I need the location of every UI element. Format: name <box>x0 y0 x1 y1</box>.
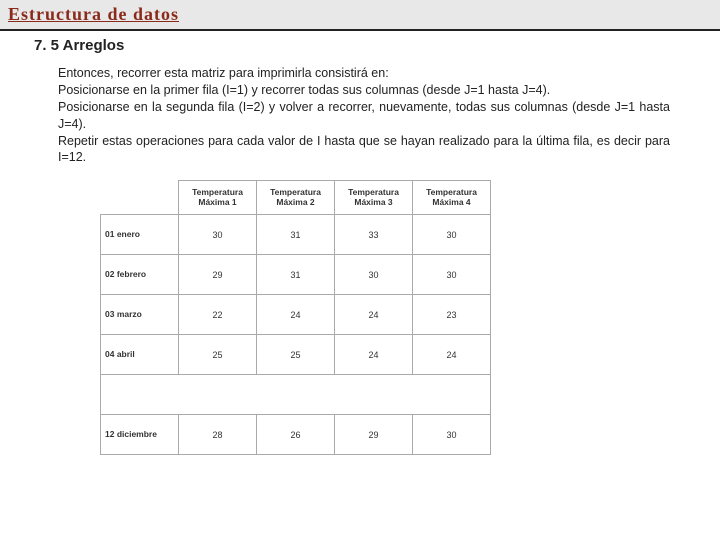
body-line: Posicionarse en la segunda fila (I=2) y … <box>58 100 670 131</box>
title-bar: Estructura de datos <box>0 0 720 31</box>
body-block: Entonces, recorrer esta matriz para impr… <box>0 61 720 174</box>
table-cell: 24 <box>335 335 413 375</box>
row-header: 02 febrero <box>101 255 179 295</box>
table-cell: 25 <box>257 335 335 375</box>
table-corner <box>101 181 179 215</box>
table-cell: 30 <box>413 255 491 295</box>
table-cell: 31 <box>257 215 335 255</box>
table-cell: 24 <box>335 295 413 335</box>
table-ellipsis <box>101 375 491 415</box>
table-cell: 29 <box>335 415 413 455</box>
body-line: Entonces, recorrer esta matriz para impr… <box>58 66 389 80</box>
table-cell: 30 <box>179 215 257 255</box>
table-row: 03 marzo 22 24 24 23 <box>101 295 491 335</box>
page-title: Estructura de datos <box>8 4 179 24</box>
table-row: 04 abril 25 25 24 24 <box>101 335 491 375</box>
col-header: Temperatura Máxima 3 <box>335 181 413 215</box>
table-cell: 33 <box>335 215 413 255</box>
section-heading: 7. 5 Arreglos <box>34 37 124 54</box>
table-cell: 29 <box>179 255 257 295</box>
row-header: 01 enero <box>101 215 179 255</box>
table-cell: 30 <box>413 415 491 455</box>
row-header: 04 abril <box>101 335 179 375</box>
table-row: 02 febrero 29 31 30 30 <box>101 255 491 295</box>
col-header: Temperatura Máxima 2 <box>257 181 335 215</box>
col-header: Temperatura Máxima 4 <box>413 181 491 215</box>
table-ellipsis-row <box>101 375 491 415</box>
table-cell: 30 <box>413 215 491 255</box>
body-paragraph: Entonces, recorrer esta matriz para impr… <box>58 65 670 166</box>
table-row: 01 enero 30 31 33 30 <box>101 215 491 255</box>
table-cell: 24 <box>257 295 335 335</box>
table-wrap: Temperatura Máxima 1 Temperatura Máxima … <box>0 174 720 455</box>
table-cell: 30 <box>335 255 413 295</box>
table-cell: 31 <box>257 255 335 295</box>
row-header: 03 marzo <box>101 295 179 335</box>
table-header-row: Temperatura Máxima 1 Temperatura Máxima … <box>101 181 491 215</box>
temperature-table: Temperatura Máxima 1 Temperatura Máxima … <box>100 180 491 455</box>
table-cell: 28 <box>179 415 257 455</box>
table-row: 12 diciembre 28 26 29 30 <box>101 415 491 455</box>
col-header: Temperatura Máxima 1 <box>179 181 257 215</box>
table-cell: 24 <box>413 335 491 375</box>
table-cell: 26 <box>257 415 335 455</box>
subtitle-bar: 7. 5 Arreglos <box>0 31 720 61</box>
table-cell: 23 <box>413 295 491 335</box>
table-cell: 22 <box>179 295 257 335</box>
row-header: 12 diciembre <box>101 415 179 455</box>
body-line: Posicionarse en la primer fila (I=1) y r… <box>58 83 550 97</box>
body-line: Repetir estas operaciones para cada valo… <box>58 134 670 165</box>
table-cell: 25 <box>179 335 257 375</box>
